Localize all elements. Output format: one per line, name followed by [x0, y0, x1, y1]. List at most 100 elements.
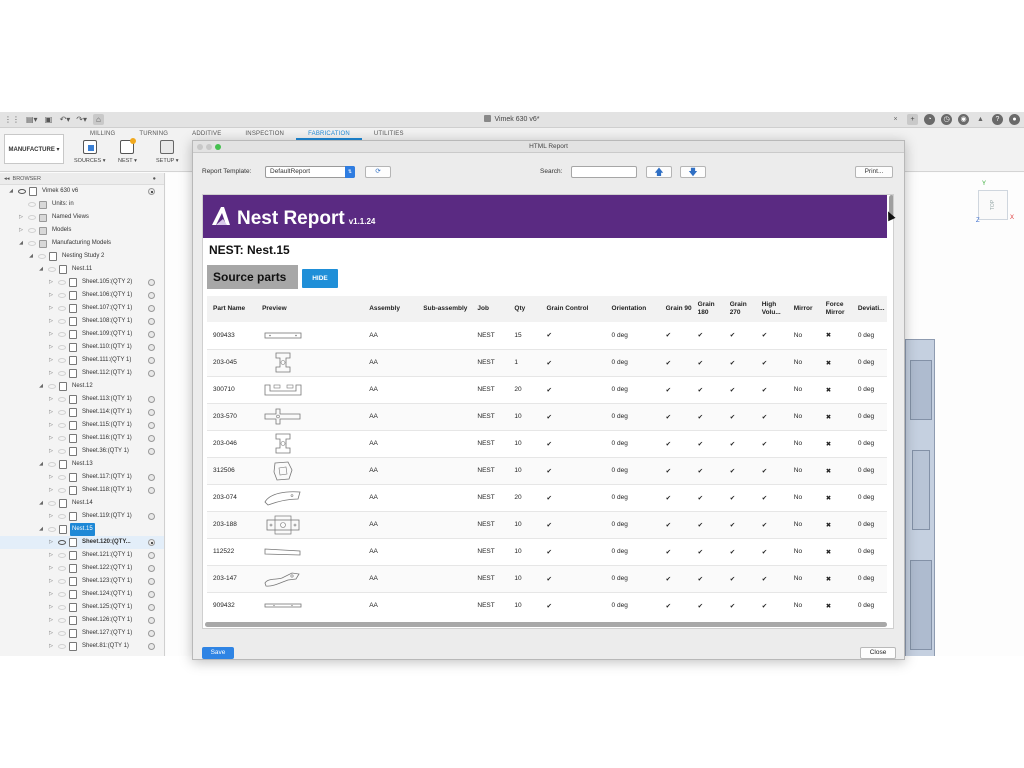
tree-item[interactable]: ◢ Manufacturing Models: [0, 237, 164, 250]
expand-toggle-icon[interactable]: ▷: [48, 367, 54, 380]
column-header-deviati[interactable]: Deviati...: [851, 296, 887, 322]
activate-radio-icon[interactable]: [148, 435, 155, 442]
tree-item[interactable]: ◢ Vimek 630 v6: [0, 185, 164, 198]
close-button[interactable]: Close: [860, 647, 896, 659]
tab-additive[interactable]: ADDITIVE: [180, 130, 233, 140]
expand-toggle-icon[interactable]: ◢: [38, 380, 44, 393]
user-avatar[interactable]: ●: [1009, 114, 1020, 125]
tree-item[interactable]: ◢ Nest.14: [0, 497, 164, 510]
expand-toggle-icon[interactable]: ◢: [18, 237, 24, 250]
activate-radio-icon[interactable]: [148, 331, 155, 338]
activate-radio-icon[interactable]: [148, 344, 155, 351]
column-header-orientation[interactable]: Orientation: [605, 296, 660, 322]
visibility-eye-icon[interactable]: [58, 345, 66, 350]
visibility-eye-icon[interactable]: [58, 358, 66, 363]
table-row[interactable]: 909432 AA NEST 10 ✔ 0 deg ✔ ✔ ✔ ✔ No ✖ 0 deg: [207, 592, 887, 614]
tree-item[interactable]: ▷ Sheet.122:(QTY 1): [0, 562, 164, 575]
tree-item[interactable]: ◢ Nest.15: [0, 523, 164, 536]
visibility-eye-icon[interactable]: [28, 202, 36, 207]
expand-toggle-icon[interactable]: ▷: [48, 614, 54, 627]
visibility-eye-icon[interactable]: [58, 553, 66, 558]
visibility-eye-icon[interactable]: [28, 215, 36, 220]
tree-item[interactable]: Units: in: [0, 198, 164, 211]
tree-item[interactable]: ▷ Sheet.112:(QTY 1): [0, 367, 164, 380]
job-status-icon[interactable]: ◷: [941, 114, 952, 125]
visibility-eye-icon[interactable]: [58, 514, 66, 519]
visibility-eye-icon[interactable]: [58, 579, 66, 584]
visibility-eye-icon[interactable]: [58, 592, 66, 597]
expand-toggle-icon[interactable]: ▷: [48, 627, 54, 640]
tree-item[interactable]: ▷ Sheet.105:(QTY 2): [0, 276, 164, 289]
tab-inspection[interactable]: INSPECTION: [233, 130, 296, 140]
nest-group[interactable]: NEST ▾: [118, 138, 137, 164]
close-window-icon[interactable]: [197, 144, 203, 150]
activate-radio-icon[interactable]: [148, 409, 155, 416]
search-input[interactable]: [571, 166, 637, 178]
minimize-window-icon[interactable]: [206, 144, 212, 150]
expand-toggle-icon[interactable]: ◢: [8, 185, 14, 198]
activate-radio-icon[interactable]: [148, 643, 155, 650]
visibility-eye-icon[interactable]: [58, 449, 66, 454]
visibility-eye-icon[interactable]: [38, 254, 46, 259]
visibility-eye-icon[interactable]: [58, 540, 66, 545]
activate-radio-icon[interactable]: [148, 539, 155, 546]
expand-toggle-icon[interactable]: ◢: [38, 497, 44, 510]
column-header-qty[interactable]: Qty: [508, 296, 541, 322]
expand-toggle-icon[interactable]: ▷: [48, 549, 54, 562]
expand-toggle-icon[interactable]: ▷: [18, 211, 24, 224]
visibility-eye-icon[interactable]: [58, 618, 66, 623]
tree-item[interactable]: ▷ Sheet.107:(QTY 1): [0, 302, 164, 315]
expand-toggle-icon[interactable]: ◢: [38, 458, 44, 471]
activate-radio-icon[interactable]: [148, 578, 155, 585]
tree-item[interactable]: ▷ Sheet.116:(QTY 1): [0, 432, 164, 445]
column-header-sub-assembly[interactable]: Sub-assembly: [417, 296, 472, 322]
activate-radio-icon[interactable]: [148, 357, 155, 364]
horizontal-scrollbar[interactable]: [205, 622, 887, 627]
expand-toggle-icon[interactable]: ▷: [48, 406, 54, 419]
expand-toggle-icon[interactable]: ▷: [48, 315, 54, 328]
table-row[interactable]: 909433 AA NEST 15 ✔ 0 deg ✔ ✔ ✔ ✔ No ✖ 0 deg: [207, 322, 887, 350]
tree-item[interactable]: ▷ Sheet.126:(QTY 1): [0, 614, 164, 627]
expand-toggle-icon[interactable]: ◢: [28, 250, 34, 263]
new-tab-icon[interactable]: +: [907, 114, 918, 125]
tree-item[interactable]: ◢ Nest.13: [0, 458, 164, 471]
table-row[interactable]: 203-147 AA NEST 10 ✔ 0 deg ✔ ✔ ✔ ✔ No ✖ 0 deg: [207, 565, 887, 593]
table-row[interactable]: 112522 AA NEST 10 ✔ 0 deg ✔ ✔ ✔ ✔ No ✖ 0 deg: [207, 538, 887, 566]
tree-item[interactable]: ▷ Sheet.121:(QTY 1): [0, 549, 164, 562]
expand-toggle-icon[interactable]: ▷: [48, 289, 54, 302]
expand-toggle-icon[interactable]: ▷: [48, 484, 54, 497]
column-header-mirror[interactable]: Mirror: [787, 296, 820, 322]
activate-radio-icon[interactable]: [148, 604, 155, 611]
activate-radio-icon[interactable]: [148, 513, 155, 520]
activate-radio-icon[interactable]: [148, 292, 155, 299]
visibility-eye-icon[interactable]: [58, 631, 66, 636]
tree-item[interactable]: ◢ Nest.11: [0, 263, 164, 276]
sources-group[interactable]: SOURCES ▾: [74, 140, 106, 164]
visibility-eye-icon[interactable]: [58, 397, 66, 402]
viewcube[interactable]: TOP: [978, 190, 1008, 220]
visibility-eye-icon[interactable]: [48, 267, 56, 272]
tree-item[interactable]: ▷ Sheet.109:(QTY 1): [0, 328, 164, 341]
expand-toggle-icon[interactable]: ▷: [18, 224, 24, 237]
column-header-force-mirror[interactable]: Force Mirror: [819, 296, 852, 322]
tree-item[interactable]: ▷ Sheet.118:(QTY 1): [0, 484, 164, 497]
column-header-grain-270[interactable]: Grain 270: [723, 296, 756, 322]
activate-radio-icon[interactable]: [148, 305, 155, 312]
visibility-eye-icon[interactable]: [48, 501, 56, 506]
tree-item[interactable]: ▷ Sheet.119:(QTY 1): [0, 510, 164, 523]
visibility-eye-icon[interactable]: [58, 605, 66, 610]
expand-toggle-icon[interactable]: ▷: [48, 328, 54, 341]
collapse-panel-icon[interactable]: ◂◂: [4, 176, 10, 182]
tab-fabrication[interactable]: FABRICATION: [296, 130, 362, 140]
column-header-preview[interactable]: Preview: [256, 296, 364, 322]
visibility-eye-icon[interactable]: [58, 644, 66, 649]
tree-item[interactable]: ▷ Sheet.110:(QTY 1): [0, 341, 164, 354]
tree-item[interactable]: ▷ Models: [0, 224, 164, 237]
visibility-eye-icon[interactable]: [48, 384, 56, 389]
visibility-eye-icon[interactable]: [58, 332, 66, 337]
table-row[interactable]: 300710 AA NEST 20 ✔ 0 deg ✔ ✔ ✔ ✔ No ✖ 0 deg: [207, 376, 887, 404]
visibility-eye-icon[interactable]: [58, 475, 66, 480]
column-header-assembly[interactable]: Assembly: [363, 296, 418, 322]
expand-toggle-icon[interactable]: ▷: [48, 510, 54, 523]
tree-item[interactable]: ▷ Sheet.123:(QTY 1): [0, 575, 164, 588]
